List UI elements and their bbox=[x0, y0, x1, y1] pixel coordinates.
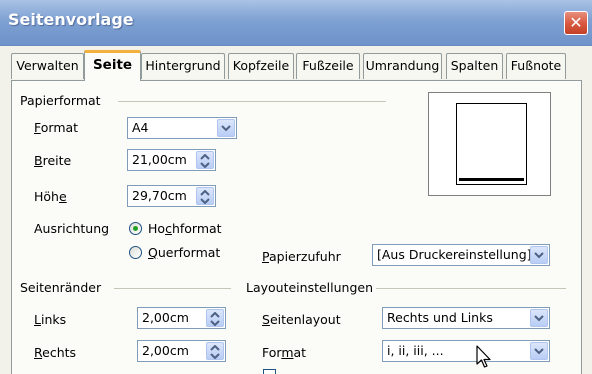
layout-format-value: i, ii, iii, ... bbox=[387, 343, 444, 358]
group-label-layouteinstellungen: Layouteinstellungen bbox=[246, 280, 374, 295]
breite-value: 21,00cm bbox=[132, 152, 187, 167]
tab-label: Kopfzeile bbox=[232, 58, 290, 73]
rechts-spinbox[interactable]: 2,00cm bbox=[137, 340, 226, 362]
format-label: Format bbox=[34, 120, 79, 135]
spin-arrows-icon[interactable] bbox=[196, 187, 214, 205]
rechts-label: Rechts bbox=[34, 345, 77, 360]
tab-label: Verwalten bbox=[16, 58, 79, 73]
window-title: Seitenvorlage bbox=[8, 10, 134, 29]
querformat-label[interactable]: Querformat bbox=[148, 245, 220, 260]
links-value: 2,00cm bbox=[142, 310, 189, 325]
preview-page bbox=[456, 103, 527, 185]
page-preview bbox=[428, 92, 551, 196]
papierzufuhr-label: Papierzufuhr bbox=[262, 249, 341, 264]
tab-verwalten[interactable]: Verwalten bbox=[11, 53, 84, 79]
dropdown-arrow-icon[interactable] bbox=[530, 246, 548, 264]
group-label-seitenraender: Seitenränder bbox=[20, 280, 102, 295]
seitenlayout-value: Rechts und Links bbox=[387, 310, 493, 325]
format-value: A4 bbox=[132, 120, 149, 135]
seitenlayout-label: Seitenlayout bbox=[262, 312, 341, 327]
tab-spalten[interactable]: Spalten bbox=[446, 53, 503, 79]
papierzufuhr-value: [Aus Druckereinstellung] bbox=[377, 247, 532, 262]
papierzufuhr-dropdown[interactable]: [Aus Druckereinstellung] bbox=[372, 244, 550, 266]
group-label-papierformat: Papierformat bbox=[20, 93, 101, 108]
hoehe-label: Höhe bbox=[34, 189, 67, 204]
close-button[interactable]: ✕ bbox=[564, 11, 588, 35]
tab-fussnote[interactable]: Fußnote bbox=[506, 53, 566, 79]
title-bar[interactable]: Seitenvorlage ✕ bbox=[0, 0, 592, 46]
separator bbox=[118, 101, 386, 102]
layout-format-dropdown[interactable]: i, ii, iii, ... bbox=[382, 340, 550, 362]
mouse-pointer-icon bbox=[476, 345, 491, 368]
spin-arrows-icon[interactable] bbox=[196, 151, 214, 169]
tab-kopfzeile[interactable]: Kopfzeile bbox=[228, 53, 294, 79]
tab-seite[interactable]: Seite bbox=[84, 50, 141, 81]
tab-umrandung[interactable]: Umrandung bbox=[363, 53, 442, 79]
tab-label: Umrandung bbox=[365, 58, 440, 73]
seitenlayout-dropdown[interactable]: Rechts und Links bbox=[382, 307, 550, 329]
layout-format-label: Format bbox=[262, 345, 307, 360]
ausrichtung-label: Ausrichtung bbox=[34, 221, 110, 236]
spin-arrows-icon[interactable] bbox=[206, 342, 224, 360]
dropdown-arrow-icon[interactable] bbox=[530, 309, 548, 327]
tab-fusszeile[interactable]: Fußzeile bbox=[296, 53, 360, 79]
tab-hintergrund[interactable]: Hintergrund bbox=[141, 53, 225, 79]
preview-footer-line bbox=[459, 178, 524, 181]
tab-label: Seite bbox=[92, 57, 133, 73]
spin-arrows-icon[interactable] bbox=[206, 309, 224, 327]
close-icon: ✕ bbox=[569, 13, 583, 32]
separator bbox=[114, 288, 231, 289]
tab-label: Fußzeile bbox=[302, 58, 354, 73]
breite-label: Breite bbox=[34, 153, 72, 168]
tab-label: Fußnote bbox=[510, 58, 562, 73]
checkbox-partial[interactable] bbox=[263, 369, 276, 374]
links-label: Links bbox=[34, 312, 67, 327]
tab-label: Hintergrund bbox=[145, 58, 221, 73]
hoehe-value: 29,70cm bbox=[132, 188, 187, 203]
hoehe-spinbox[interactable]: 29,70cm bbox=[127, 185, 216, 207]
hochformat-label[interactable]: Hochformat bbox=[148, 221, 222, 236]
format-dropdown[interactable]: A4 bbox=[127, 117, 237, 139]
tab-label: Spalten bbox=[450, 58, 499, 73]
breite-spinbox[interactable]: 21,00cm bbox=[127, 149, 216, 171]
rechts-value: 2,00cm bbox=[142, 343, 189, 358]
separator bbox=[376, 288, 566, 289]
dropdown-arrow-icon[interactable] bbox=[217, 119, 235, 137]
radio-querformat[interactable] bbox=[129, 246, 142, 259]
radio-selected-dot bbox=[133, 226, 138, 231]
links-spinbox[interactable]: 2,00cm bbox=[137, 307, 226, 329]
radio-hochformat[interactable] bbox=[129, 222, 142, 235]
dropdown-arrow-icon[interactable] bbox=[530, 342, 548, 360]
